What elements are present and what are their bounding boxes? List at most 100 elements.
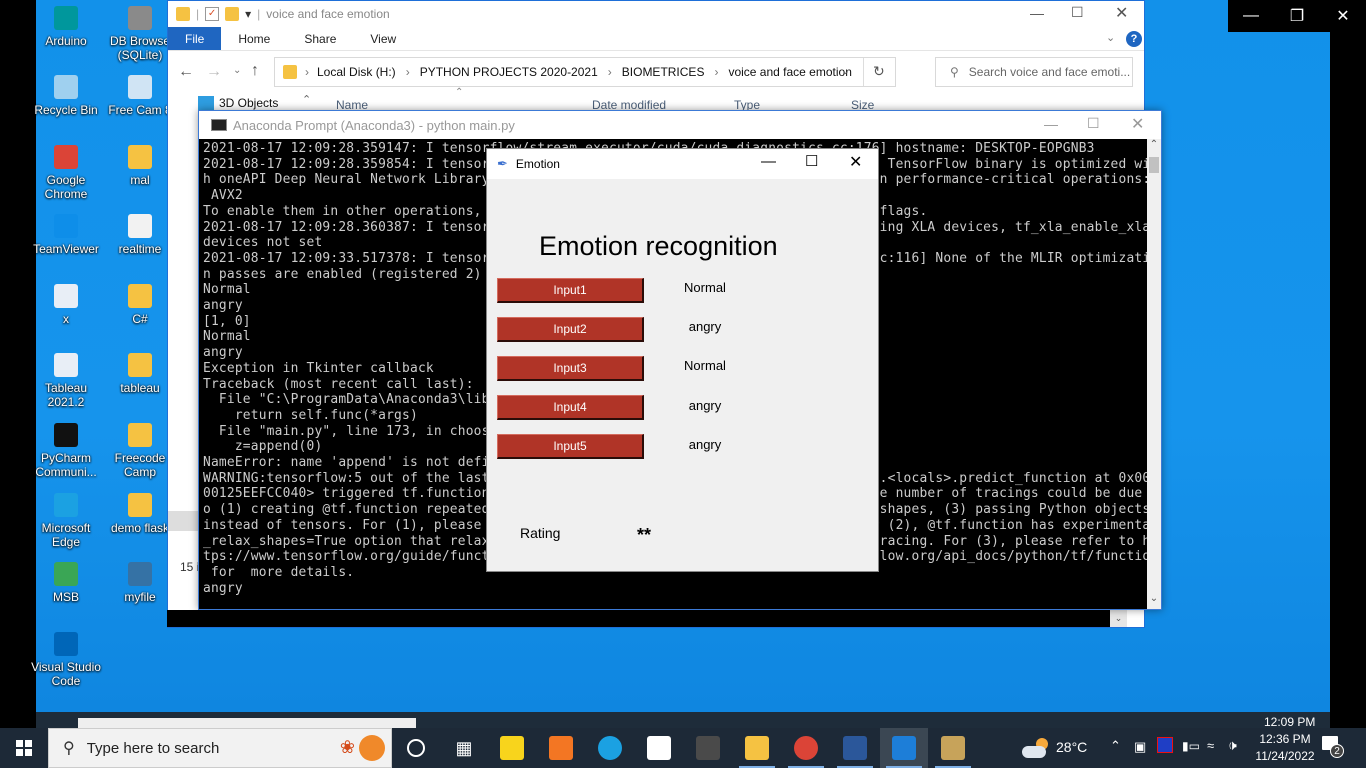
taskbar-app[interactable] [831, 728, 879, 768]
desktop-icon[interactable]: Recycle Bin [30, 75, 102, 117]
nav-item-3d-objects[interactable]: 3D Objects [219, 96, 278, 110]
word-icon [843, 736, 867, 760]
taskbar-app[interactable] [537, 728, 585, 768]
scroll-up-button[interactable]: ⌃ [1147, 139, 1161, 155]
new-folder-icon[interactable] [225, 7, 240, 21]
desktop-icon[interactable]: C# [104, 284, 176, 326]
minimize-button[interactable]: — [1030, 5, 1044, 21]
refresh-icon[interactable]: ↻ [873, 63, 885, 80]
close-button[interactable]: ✕ [1131, 114, 1144, 134]
maximize-button[interactable]: ☐ [1071, 4, 1084, 21]
desktop-icon[interactable]: DB Browse (SQLite) [104, 6, 176, 62]
address-dropdown-icon[interactable]: ⌄ [841, 64, 850, 77]
breadcrumb-item[interactable]: BIOMETRICES [622, 65, 705, 79]
taskbar-app[interactable] [733, 728, 781, 768]
quick-access-dropdown-icon[interactable]: ▾ [245, 7, 251, 21]
desktop-icon[interactable]: demo flask [104, 493, 176, 535]
close-button[interactable]: ✕ [849, 152, 862, 172]
input4-button[interactable]: Input4 [497, 395, 644, 420]
address-bar[interactable]: › Local Disk (H:) › PYTHON PROJECTS 2020… [274, 57, 896, 87]
start-button[interactable] [0, 728, 48, 768]
breadcrumb-item[interactable]: voice and face emotion [728, 65, 851, 79]
rating-label: Rating [520, 525, 561, 541]
breadcrumb-item[interactable]: Local Disk (H:) [317, 65, 396, 79]
input5-button[interactable]: Input5 [497, 434, 644, 459]
app-heading: Emotion recognition [539, 231, 778, 261]
input2-button[interactable]: Input2 [497, 317, 644, 342]
desktop-icon[interactable]: Visual Studio Code [30, 632, 102, 688]
back-button[interactable]: ← [178, 63, 194, 81]
meet-now-icon[interactable]: ▣ [1134, 739, 1146, 755]
taskbar-app[interactable] [586, 728, 634, 768]
scroll-down-button[interactable]: ⌄ [1147, 593, 1161, 609]
wifi-icon[interactable]: ≈ [1207, 738, 1214, 753]
tray-app-icon[interactable] [1157, 737, 1173, 753]
show-hidden-icons[interactable]: ⌃ [1110, 738, 1121, 754]
taskbar-app[interactable] [929, 728, 977, 768]
desktop-icon[interactable]: myfile [104, 562, 176, 604]
taskbar-app[interactable] [684, 728, 732, 768]
task-view-icon: ▦ [455, 737, 473, 758]
task-view-button[interactable]: ▦ [440, 728, 488, 768]
tableau-icon [54, 353, 78, 377]
desktop-icon[interactable]: PyCharm Communi... [30, 423, 102, 479]
python-file-icon [128, 562, 152, 586]
tab-file[interactable]: File [168, 27, 222, 50]
forward-button[interactable]: → [206, 63, 222, 81]
explorer-title: voice and face emotion [266, 7, 390, 21]
maximize-button[interactable]: ☐ [805, 152, 818, 170]
search-input[interactable]: ⚲ Search voice and face emoti... [935, 57, 1133, 87]
desktop-icon[interactable]: Tableau 2021.2 [30, 353, 102, 409]
help-icon[interactable]: ? [1126, 31, 1142, 47]
tab-share[interactable]: Share [287, 27, 353, 50]
battery-icon[interactable]: ▮▭ [1182, 739, 1200, 753]
desktop-icon[interactable]: MSB [30, 562, 102, 604]
cortana-button[interactable] [392, 728, 440, 768]
recent-locations-icon[interactable]: ⌄ [233, 65, 241, 76]
expand-ribbon-icon[interactable]: ⌄ [1106, 31, 1115, 44]
desktop-icon[interactable]: realtime [104, 214, 176, 256]
minimize-button[interactable]: — [761, 153, 776, 170]
tab-view[interactable]: View [353, 27, 413, 50]
desktop-icon[interactable]: Google Chrome [30, 145, 102, 201]
taskbar-app[interactable] [782, 728, 830, 768]
minimize-button[interactable]: — [1228, 0, 1274, 32]
folder-icon [176, 7, 190, 21]
breadcrumb-item[interactable]: PYTHON PROJECTS 2020-2021 [420, 65, 598, 79]
taskbar-search-box[interactable]: ⚲ Type here to search ❀ [48, 728, 392, 768]
desktop-icon[interactable]: Freecode Camp [104, 423, 176, 479]
desktop-icon[interactable]: Arduino [30, 6, 102, 48]
close-button[interactable]: ✕ [1320, 0, 1366, 32]
properties-icon[interactable]: ✓ [205, 7, 220, 21]
notifications-button[interactable]: 2 [1322, 736, 1344, 758]
close-button[interactable]: ✕ [1115, 3, 1128, 23]
db-browser-icon [128, 6, 152, 30]
console-scrollbar[interactable]: ⌃ ⌄ [1147, 139, 1161, 609]
weather-temp[interactable]: 28°C [1056, 739, 1087, 755]
free-cam-icon [128, 75, 152, 99]
desktop-icon[interactable]: Microsoft Edge [30, 493, 102, 549]
desktop-icon[interactable]: x [30, 284, 102, 326]
input1-button[interactable]: Input1 [497, 278, 644, 303]
file-explorer-icon [745, 736, 769, 760]
taskbar-app[interactable] [635, 728, 683, 768]
scroll-up-icon[interactable]: ⌃ [302, 93, 311, 106]
input3-button[interactable]: Input3 [497, 356, 644, 381]
taskbar-app[interactable] [488, 728, 536, 768]
desktop-icon[interactable]: tableau [104, 353, 176, 395]
clock[interactable]: 12:36 PM 11/24/2022 [1253, 731, 1317, 765]
restore-button[interactable]: ❐ [1274, 0, 1320, 32]
desktop-icon[interactable]: mal [104, 145, 176, 187]
volume-icon[interactable]: 🕩 [1228, 737, 1237, 754]
scroll-down-button[interactable]: ⌄ [1110, 610, 1127, 627]
input1-result: Normal [684, 280, 726, 295]
desktop-icon[interactable]: Free Cam 8 [104, 75, 176, 117]
tab-home[interactable]: Home [221, 27, 287, 50]
scroll-thumb[interactable] [1149, 157, 1159, 173]
input4-result: angry [688, 398, 722, 413]
taskbar-app[interactable] [880, 728, 928, 768]
up-button[interactable]: ↑ [251, 62, 259, 80]
desktop-icon[interactable]: TeamViewer [30, 214, 102, 256]
minimize-button[interactable]: — [1044, 116, 1058, 132]
maximize-button[interactable]: ☐ [1087, 115, 1100, 132]
